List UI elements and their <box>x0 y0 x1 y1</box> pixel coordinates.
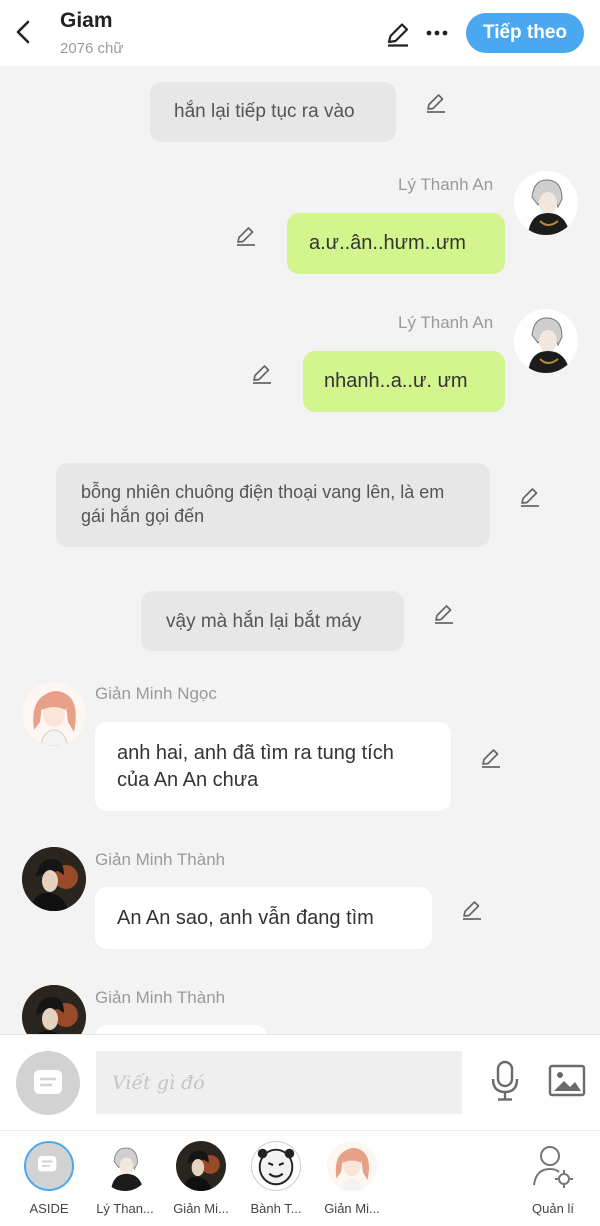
narration-toggle-button[interactable] <box>16 1051 80 1115</box>
compose-bar <box>0 1034 600 1130</box>
top-bar: Giam 2076 chữ Tiếp theo <box>0 0 600 66</box>
aside-icon <box>24 1141 74 1191</box>
manage-user-icon <box>533 1146 573 1188</box>
next-button[interactable]: Tiếp theo <box>466 13 584 53</box>
avatar-meme-face <box>251 1141 301 1191</box>
character-bar: ASIDE Lý Than... Giản Mi... Bành T... Gi… <box>0 1130 600 1226</box>
narration-text: bỗng nhiên chuông điện thoại vang lên, l… <box>81 482 445 526</box>
microphone-icon[interactable] <box>488 1059 522 1103</box>
story-title: Giam <box>60 9 113 32</box>
edit-message-icon[interactable] <box>517 484 543 510</box>
more-options-icon[interactable] <box>424 20 450 46</box>
narration-bubble[interactable]: bỗng nhiên chuông điện thoại vang lên, l… <box>56 463 490 547</box>
sender-name: Lý Thanh An <box>398 175 494 194</box>
edit-message-icon[interactable] <box>249 361 275 387</box>
character-label: Lý Than... <box>96 1201 154 1216</box>
character-label: Quản lí <box>532 1201 574 1216</box>
character-aside[interactable]: ASIDE <box>9 1139 89 1223</box>
edit-message-icon[interactable] <box>423 90 449 116</box>
avatar-ly-thanh-an <box>100 1141 150 1191</box>
sender-name: Giản Minh Thành <box>95 850 226 869</box>
word-count: 2076 chữ <box>60 40 124 57</box>
message-text: a.ư..ân..hưm..ưm <box>309 232 466 254</box>
edit-message-icon[interactable] <box>233 223 259 249</box>
manage-characters-button[interactable]: Quản lí <box>513 1139 593 1223</box>
sender-name: Giản Minh Ngọc <box>95 684 217 703</box>
sender-name: Giản Minh Thành <box>95 988 226 1007</box>
edit-pencil-icon[interactable] <box>384 20 412 48</box>
character-banh-t[interactable]: Bành T... <box>236 1139 316 1223</box>
character-label: Bành T... <box>250 1201 302 1216</box>
edit-message-icon[interactable] <box>478 745 504 771</box>
narration-bubble[interactable]: vậy mà hắn lại bắt máy <box>141 591 404 651</box>
back-arrow-icon[interactable] <box>12 18 36 46</box>
character-ly-thanh-an[interactable]: Lý Than... <box>85 1139 165 1223</box>
message-text: anh hai, anh đã tìm ra tung tích của An … <box>117 742 394 791</box>
avatar-gian-minh-thanh <box>176 1141 226 1191</box>
edit-message-icon[interactable] <box>431 601 457 627</box>
edit-message-icon[interactable] <box>459 897 485 923</box>
message-bubble[interactable]: nhanh..a..ư. ưm <box>303 351 505 412</box>
message-bubble[interactable]: An An sao, anh vẫn đang tìm <box>95 887 432 949</box>
character-label: ASIDE <box>29 1201 69 1216</box>
character-label: Giản Mi... <box>324 1201 380 1216</box>
avatar-gian-minh-ngoc <box>327 1141 377 1191</box>
avatar-gian-minh-ngoc[interactable] <box>22 682 86 746</box>
avatar-ly-thanh-an[interactable] <box>514 309 578 373</box>
chat-area[interactable]: hắn lại tiếp tục ra vào Lý Thanh An a.ư.… <box>0 66 600 1034</box>
aside-icon <box>34 1070 62 1094</box>
image-icon[interactable] <box>548 1063 586 1099</box>
message-bubble[interactable]: a.ư..ân..hưm..ưm <box>287 213 505 274</box>
avatar-gian-minh-thanh[interactable] <box>22 847 86 911</box>
character-gian-minh-ngoc[interactable]: Giản Mi... <box>312 1139 392 1223</box>
message-bubble[interactable] <box>95 1025 267 1034</box>
narration-text: vậy mà hắn lại bắt máy <box>166 611 362 632</box>
avatar-gian-minh-thanh[interactable] <box>22 985 86 1034</box>
message-input[interactable] <box>96 1051 462 1114</box>
character-label: Giản Mi... <box>173 1201 229 1216</box>
avatar-ly-thanh-an[interactable] <box>514 171 578 235</box>
message-bubble[interactable]: anh hai, anh đã tìm ra tung tích của An … <box>95 722 451 811</box>
narration-text: hắn lại tiếp tục ra vào <box>174 101 355 122</box>
sender-name: Lý Thanh An <box>398 313 494 332</box>
narration-bubble[interactable]: hắn lại tiếp tục ra vào <box>150 82 396 142</box>
character-gian-minh-thanh[interactable]: Giản Mi... <box>161 1139 241 1223</box>
message-text: An An sao, anh vẫn đang tìm <box>117 907 374 929</box>
message-text: nhanh..a..ư. ưm <box>324 370 468 392</box>
